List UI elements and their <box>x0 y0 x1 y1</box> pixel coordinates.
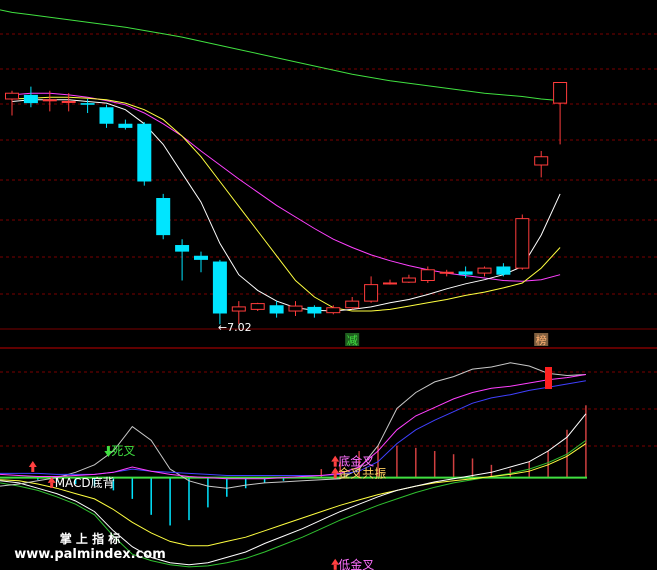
candle-body <box>477 267 492 274</box>
moving-average-lines <box>0 9 561 312</box>
candle-body <box>326 307 341 314</box>
candlestick-series <box>5 82 568 325</box>
candle <box>269 301 284 318</box>
signal-label: 死叉 <box>111 444 135 458</box>
candle <box>553 82 568 145</box>
candle-body <box>250 303 265 310</box>
candle-body <box>5 92 19 100</box>
signal-label: MACD底背 <box>55 475 115 490</box>
candle-body <box>175 245 190 252</box>
candle <box>383 279 397 285</box>
candle <box>307 305 322 318</box>
candle-body <box>118 123 133 128</box>
candle <box>496 263 511 277</box>
candle-body <box>439 271 454 274</box>
signal-marker <box>545 367 552 389</box>
signal <box>28 460 37 472</box>
indicator-magenta-line <box>0 374 586 480</box>
candle <box>345 297 360 310</box>
candle <box>137 122 152 186</box>
candle <box>326 305 341 315</box>
watermark-line2: www.palmindex.com <box>14 547 166 562</box>
candle <box>534 150 549 178</box>
candle <box>364 276 379 303</box>
candle-body <box>269 305 284 314</box>
candle-body <box>156 198 171 236</box>
signal-label: 榜 <box>536 333 547 347</box>
candle <box>288 301 303 316</box>
candle <box>175 239 190 281</box>
low-price-label: ←7.02 <box>218 321 252 334</box>
candle-body <box>61 100 76 103</box>
signal-label: 金叉共振 <box>338 465 386 480</box>
candle-body <box>23 94 38 104</box>
candle-body <box>534 156 549 166</box>
candle <box>99 104 114 128</box>
indicator-blue-line <box>0 380 586 476</box>
candle-body <box>212 261 227 314</box>
candle <box>477 266 492 277</box>
candle-body <box>383 282 397 285</box>
candle <box>5 90 19 116</box>
candle-body <box>401 277 416 283</box>
candle-body <box>458 271 473 275</box>
signal-arrow-stem <box>31 466 35 472</box>
candle-body <box>420 269 435 281</box>
signal-arrow-stem <box>333 461 337 467</box>
candle-body <box>231 306 246 312</box>
candle-body <box>496 266 511 275</box>
candle-body <box>515 218 530 269</box>
candle <box>156 193 171 240</box>
ma-green-line <box>0 9 561 102</box>
indicator-lower-yellow-line <box>0 443 587 547</box>
price-annotations: ←7.02 减 榜 <box>218 321 549 347</box>
candle-body <box>137 123 152 182</box>
candle-body <box>194 255 208 260</box>
signal-arrow-stem <box>106 446 110 452</box>
signal-label: 减 <box>347 334 358 347</box>
watermark: 掌 上 指 标 www.palmindex.com <box>14 531 166 562</box>
candle-body <box>42 99 57 102</box>
signal-arrow-up-icon <box>28 460 37 467</box>
candle <box>118 119 133 130</box>
indicator-white-line <box>0 362 586 489</box>
candle <box>515 214 530 270</box>
candle <box>250 302 265 312</box>
signal-arrow-stem <box>333 564 337 570</box>
candle-body <box>307 306 322 314</box>
ma-white-line <box>11 99 561 312</box>
candle-body <box>99 107 114 124</box>
signal-arrow-stem <box>50 482 54 488</box>
candle-body <box>364 284 379 302</box>
candle <box>194 251 208 273</box>
candle <box>401 274 416 283</box>
candle-body <box>80 103 95 105</box>
candle-body <box>288 305 303 312</box>
signal: MACD底背 <box>47 475 115 490</box>
signal: 金叉共振 <box>331 465 386 480</box>
candle <box>439 269 454 277</box>
ma-yellow-line <box>11 96 561 312</box>
ma-magenta-line <box>11 92 561 282</box>
candle-body <box>553 82 568 104</box>
candle-body <box>345 300 360 309</box>
signal-label: 低金叉 <box>338 557 374 570</box>
signal: 低金叉 <box>331 557 374 570</box>
candle <box>212 259 227 325</box>
signal-arrow-stem <box>333 473 337 479</box>
stock-chart: ←7.02减榜 死叉底金叉金叉共振MACD底背低金叉 掌 上 指 标 www.p… <box>0 9 657 570</box>
watermark-line1: 掌 上 指 标 <box>60 531 121 546</box>
signal: 死叉 <box>104 444 135 458</box>
